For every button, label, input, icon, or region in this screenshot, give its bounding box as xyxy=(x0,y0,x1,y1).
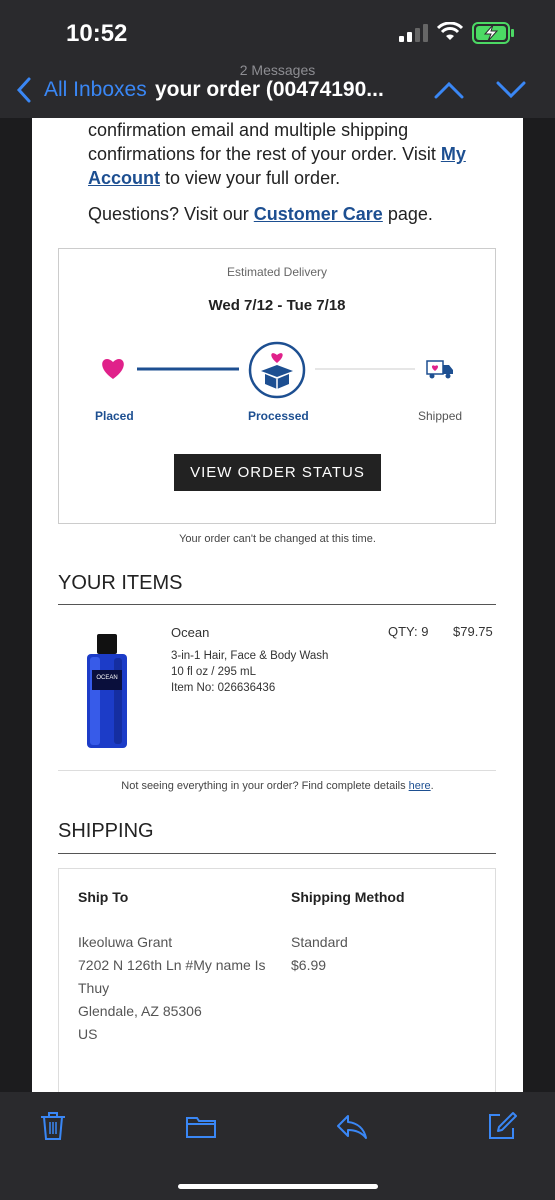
intro-paragraph: confirmation email and multiple shipping… xyxy=(88,118,488,190)
home-indicator[interactable] xyxy=(178,1184,378,1189)
questions-text: Questions? Visit our xyxy=(88,204,254,224)
ship-to-label: Ship To xyxy=(78,889,129,905)
questions-paragraph: Questions? Visit our Customer Care page. xyxy=(88,202,488,226)
item-quantity: QTY: 9 xyxy=(388,624,429,639)
my-account-link[interactable]: My xyxy=(441,144,466,164)
intro-text-3: to view your full order. xyxy=(160,168,341,188)
back-to-all-inboxes-button[interactable]: All Inboxes xyxy=(44,78,147,102)
items-divider xyxy=(58,604,496,605)
shipping-heading: SHIPPING xyxy=(58,820,154,842)
details-note-text: Not seeing everything in your order? Fin… xyxy=(121,780,409,792)
address-street: 7202 N 126th Ln #My name Is xyxy=(78,957,266,973)
address-street-continued: Thuy xyxy=(78,980,110,996)
order-locked-note: Your order can't be changed at this time… xyxy=(179,533,376,545)
shipping-details-box: Ship To Shipping Method Ikeoluwa Grant 7… xyxy=(58,868,496,1092)
estimated-delivery-panel: Estimated Delivery Wed 7/12 - Tue 7/18 P… xyxy=(58,248,496,524)
wifi-icon xyxy=(437,22,463,40)
item-name: Ocean xyxy=(171,625,210,640)
view-order-status-button[interactable]: VIEW ORDER STATUS xyxy=(174,454,381,491)
shipping-method-name: Standard xyxy=(291,934,348,950)
estimated-delivery-dates: Wed 7/12 - Tue 7/18 xyxy=(208,297,346,314)
my-account-link-continued[interactable]: Account xyxy=(88,168,160,188)
step-shipped-label: Shipped xyxy=(418,409,463,423)
bottle-label-text: OCEAN xyxy=(96,675,117,681)
address-country: US xyxy=(78,1026,98,1042)
status-bar: 10:52 xyxy=(0,0,555,68)
thread-subject: your order (00474190... xyxy=(155,78,384,101)
item-description: 3-in-1 Hair, Face & Body Wash xyxy=(171,650,329,662)
details-note-suffix: . xyxy=(430,780,434,792)
intro-text-1: confirmation email and multiple shipping xyxy=(88,120,409,140)
signal-icon xyxy=(399,24,428,42)
folder-icon[interactable] xyxy=(185,1110,217,1142)
questions-suffix: page. xyxy=(382,204,433,224)
thread-message-count: 2 Messages xyxy=(239,62,316,78)
address-name: Ikeoluwa Grant xyxy=(78,934,173,950)
address-city-state: Glendale, AZ 85306 xyxy=(78,1003,202,1019)
item-number: Item No: 026636436 xyxy=(171,682,276,694)
intro-text-2: confirmations for the rest of your order… xyxy=(88,144,441,164)
battery-charging-icon xyxy=(472,22,514,44)
status-time: 10:52 xyxy=(66,20,128,47)
shipping-method-label: Shipping Method xyxy=(291,889,405,905)
trash-icon[interactable] xyxy=(37,1110,69,1142)
heart-icon xyxy=(102,359,124,379)
box-heart-icon xyxy=(248,341,306,399)
mail-navigation-bar: 2 Messages All Inboxes your order (00474… xyxy=(0,60,555,118)
shipping-method-price: $6.99 xyxy=(291,957,327,973)
details-here-link[interactable]: here xyxy=(409,780,431,792)
compose-icon[interactable] xyxy=(486,1110,518,1142)
estimated-delivery-label: Estimated Delivery xyxy=(226,265,328,279)
customer-care-link[interactable]: Customer Care xyxy=(254,204,383,224)
step-processed-label: Processed xyxy=(248,409,309,423)
reply-icon[interactable] xyxy=(336,1110,368,1142)
down-chevron-icon[interactable] xyxy=(496,80,526,100)
item-size: 10 fl oz / 295 mL xyxy=(171,666,257,678)
item-price: $79.75 xyxy=(453,624,493,639)
details-note: Not seeing everything in your order? Fin… xyxy=(32,780,523,792)
step-placed-label: Placed xyxy=(95,409,134,423)
truck-icon xyxy=(426,360,453,379)
items-end-divider xyxy=(58,770,496,771)
email-body: confirmation email and multiple shipping… xyxy=(32,118,523,1092)
up-chevron-icon[interactable] xyxy=(434,80,464,100)
product-image: OCEAN xyxy=(87,634,127,748)
shipping-divider xyxy=(58,853,496,854)
your-items-heading: YOUR ITEMS xyxy=(58,572,183,594)
back-chevron-icon[interactable] xyxy=(16,76,32,104)
